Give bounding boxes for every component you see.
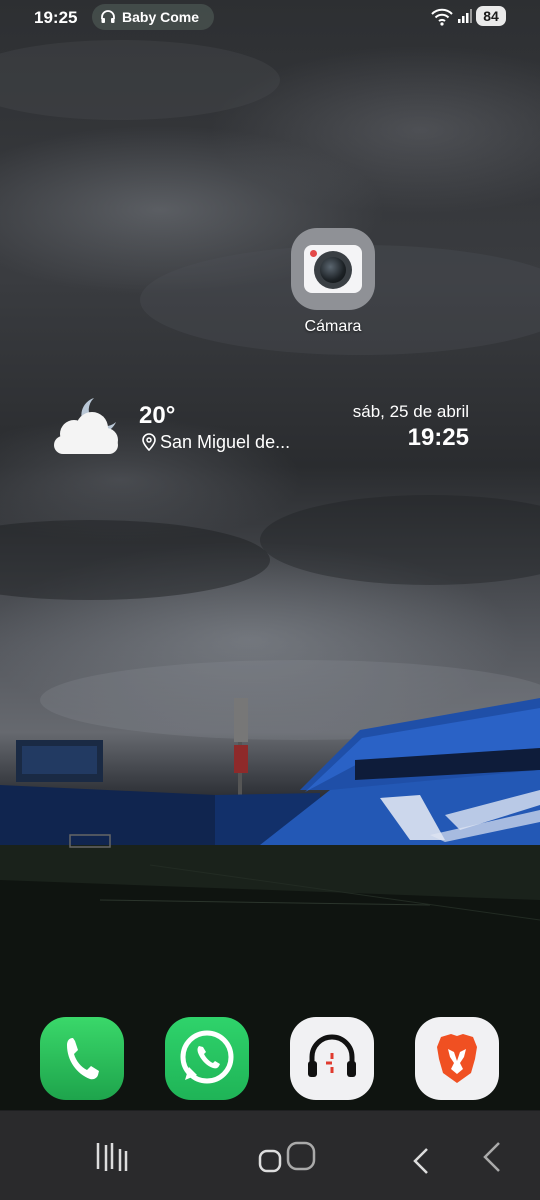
back-icon xyxy=(413,1142,500,1174)
nav-home-button[interactable] xyxy=(240,1135,316,1179)
status-bar: 19:25 Baby Come 84 xyxy=(0,0,540,36)
nav-back-button[interactable] xyxy=(395,1135,500,1179)
location-pin-icon xyxy=(142,433,156,451)
home-icon xyxy=(258,1141,316,1173)
media-notification-chip[interactable]: Baby Come xyxy=(92,4,214,30)
whatsapp-icon xyxy=(180,1030,234,1084)
widget-date: sáb, 25 de abril xyxy=(352,402,469,421)
dock-phone-app[interactable] xyxy=(40,1017,124,1100)
cell-signal-icon xyxy=(458,9,472,23)
wifi-icon xyxy=(431,8,453,26)
camera-icon[interactable] xyxy=(291,228,375,310)
battery-indicator: 84 xyxy=(476,6,506,26)
wallpaper xyxy=(0,0,540,1110)
status-time: 19:25 xyxy=(34,8,78,27)
weather-location-text: San Miguel de... xyxy=(160,432,291,452)
weather-temperature: 20° xyxy=(139,402,176,429)
dock-whatsapp-app[interactable] xyxy=(165,1017,249,1100)
nav-recents-button[interactable] xyxy=(86,1135,146,1179)
recents-icon xyxy=(96,1143,128,1171)
headset-icon xyxy=(308,1034,356,1077)
widget-clock: 19:25 xyxy=(407,424,469,451)
weather-widget[interactable]: 20° San Miguel de... sáb, 25 de abril 19… xyxy=(50,396,490,466)
weather-location: San Miguel de... xyxy=(142,432,290,453)
navigation-bar xyxy=(0,1111,540,1200)
app-camera[interactable]: Cámara xyxy=(290,228,376,336)
stadium-wallpaper-image xyxy=(0,40,540,1110)
app-label-camera: Cámara xyxy=(304,318,362,335)
headset-icon xyxy=(101,10,115,23)
dock-headset-app[interactable] xyxy=(290,1017,374,1100)
partly-cloudy-night-icon xyxy=(54,398,118,454)
media-notification-text: Baby Come xyxy=(122,9,200,25)
dock-brave-app[interactable] xyxy=(415,1017,499,1100)
brave-lion-icon xyxy=(437,1034,477,1083)
phone-icon xyxy=(67,1038,99,1080)
